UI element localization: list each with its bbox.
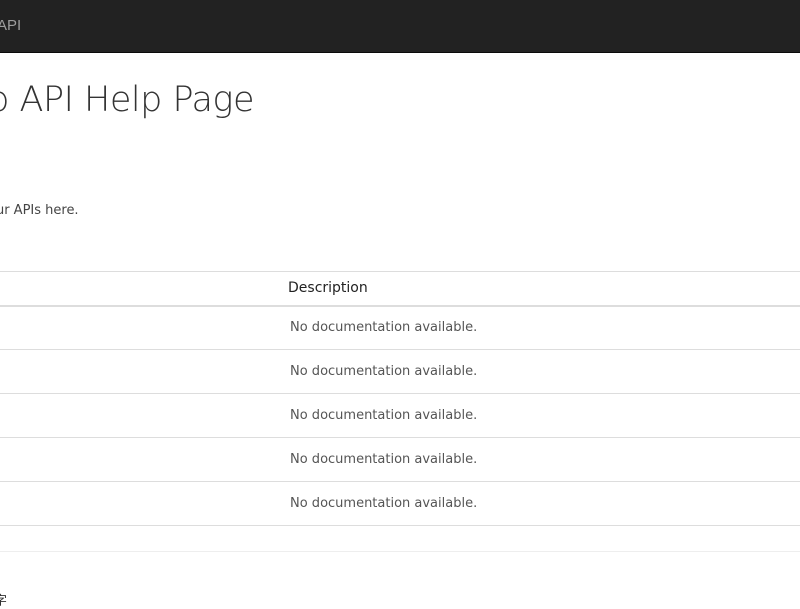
description-cell: No documentation available. bbox=[290, 364, 478, 379]
intro-text: our APIs here. bbox=[0, 203, 79, 218]
table-row: No documentation available. bbox=[0, 438, 800, 482]
table-row: No documentation available. bbox=[0, 394, 800, 438]
api-cell[interactable] bbox=[0, 482, 288, 526]
api-column-header bbox=[0, 272, 288, 306]
table-row: No documentation available. bbox=[0, 350, 800, 394]
navbar-brand-link[interactable]: API bbox=[0, 17, 21, 34]
api-cell[interactable] bbox=[0, 394, 288, 438]
api-cell[interactable] bbox=[0, 350, 288, 394]
description-cell: No documentation available. bbox=[290, 452, 478, 467]
footer-divider bbox=[0, 551, 800, 552]
table-row: No documentation available. bbox=[0, 482, 800, 526]
top-navbar: API bbox=[0, 0, 800, 53]
api-cell[interactable] bbox=[0, 438, 288, 482]
api-table: Description No documentation available. … bbox=[0, 271, 800, 526]
description-cell: No documentation available. bbox=[290, 496, 478, 511]
api-cell[interactable] bbox=[0, 306, 288, 350]
description-cell: No documentation available. bbox=[290, 408, 478, 423]
description-cell: No documentation available. bbox=[290, 320, 478, 336]
table-row: No documentation available. bbox=[0, 306, 800, 350]
description-column-header: Description bbox=[288, 280, 368, 297]
page-title: o API Help Page bbox=[0, 80, 254, 120]
table-header-row: Description bbox=[0, 271, 800, 306]
